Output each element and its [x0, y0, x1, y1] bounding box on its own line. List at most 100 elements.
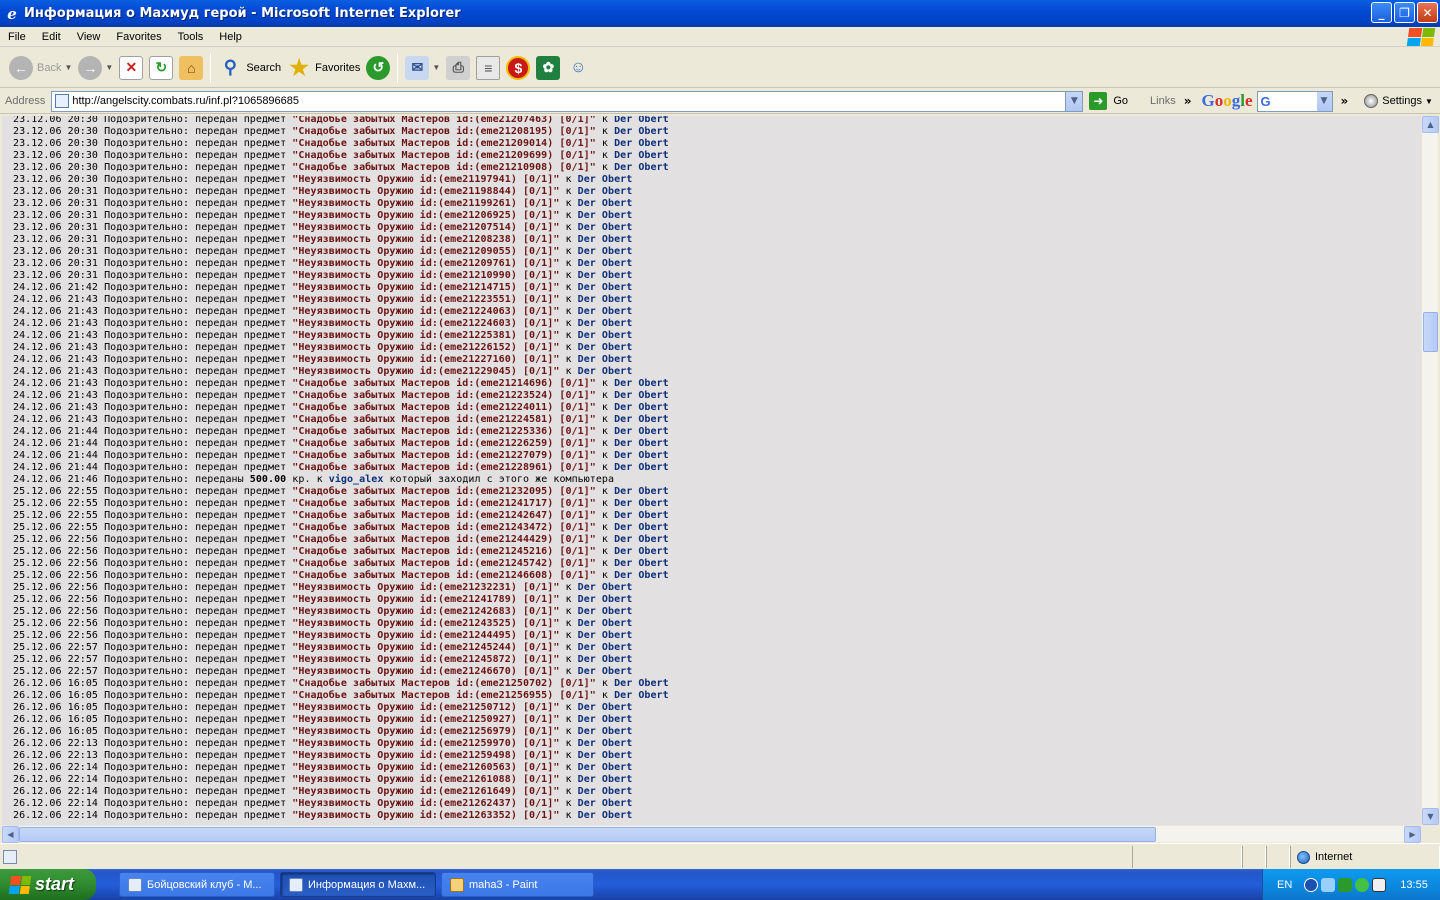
log-user-link[interactable]: Der Obert — [614, 426, 669, 437]
log-user-link[interactable]: Der Obert — [578, 306, 633, 317]
log-user-link[interactable]: Der Obert — [578, 342, 633, 353]
log-user-link[interactable]: Der Obert — [578, 198, 633, 209]
tray-edit-icon[interactable] — [1372, 877, 1387, 892]
stop-button[interactable]: ✕ — [116, 51, 146, 85]
menu-file[interactable]: File — [0, 31, 34, 43]
log-user-link[interactable]: Der Obert — [578, 810, 633, 821]
log-user-link[interactable]: Der Obert — [614, 116, 669, 125]
log-user-link[interactable]: Der Obert — [578, 186, 633, 197]
log-user-link[interactable]: Der Obert — [578, 354, 633, 365]
google-dropdown-icon[interactable]: ▼ — [1316, 91, 1332, 111]
search-button[interactable]: ⚲ Search — [215, 51, 284, 85]
scroll-down-button[interactable]: ▼ — [1422, 808, 1439, 825]
log-user-link[interactable]: Der Obert — [614, 462, 669, 473]
log-user-link[interactable]: Der Obert — [578, 798, 633, 809]
menu-tools[interactable]: Tools — [170, 31, 212, 43]
log-user-link[interactable]: Der Obert — [614, 138, 669, 149]
log-user-link[interactable]: Der Obert — [578, 738, 633, 749]
log-user-link[interactable]: Der Obert — [614, 450, 669, 461]
title-bar[interactable]: e Информация о Махмуд герой - Microsoft … — [0, 0, 1440, 27]
log-user-link[interactable]: Der Obert — [578, 774, 633, 785]
language-indicator[interactable]: EN — [1277, 879, 1292, 891]
scroll-up-button[interactable]: ▲ — [1422, 116, 1439, 133]
scroll-right-button[interactable]: ▶ — [1404, 826, 1421, 843]
log-user-link[interactable]: Der Obert — [578, 294, 633, 305]
taskbar-item-paint[interactable]: maha3 - Paint — [441, 872, 594, 897]
log-user-link[interactable]: Der Obert — [578, 642, 633, 653]
log-user-link[interactable]: Der Obert — [578, 210, 633, 221]
log-user-link[interactable]: Der Obert — [578, 786, 633, 797]
mail-button[interactable]: ✉ ▼ — [402, 51, 443, 85]
log-user-link[interactable]: Der Obert — [578, 750, 633, 761]
log-user-link[interactable]: Der Obert — [578, 726, 633, 737]
history-button[interactable]: ↺ — [363, 51, 393, 85]
log-user-link[interactable]: Der Obert — [578, 366, 633, 377]
log-user-link[interactable]: Der Obert — [578, 702, 633, 713]
address-input[interactable]: http://angelscity.combats.ru/inf.pl?1065… — [51, 90, 1084, 112]
log-user-link[interactable]: Der Obert — [578, 582, 633, 593]
log-user-link[interactable]: Der Obert — [614, 378, 669, 389]
log-user-link[interactable]: vigo_alex — [329, 474, 384, 485]
log-user-link[interactable]: Der Obert — [578, 762, 633, 773]
log-user-link[interactable]: Der Obert — [614, 558, 669, 569]
log-user-link[interactable]: Der Obert — [614, 438, 669, 449]
log-user-link[interactable]: Der Obert — [578, 270, 633, 281]
tray-chevron-icon[interactable] — [1304, 877, 1319, 892]
log-user-link[interactable]: Der Obert — [578, 606, 633, 617]
network-icon[interactable] — [1321, 877, 1336, 892]
tray-app-icon[interactable] — [1338, 877, 1353, 892]
google-toolbar-chevron-icon[interactable]: » — [1341, 94, 1349, 108]
taskbar-item-info[interactable]: Информация о Махм... — [280, 872, 436, 897]
log-user-link[interactable]: Der Obert — [578, 246, 633, 257]
log-user-link[interactable]: Der Obert — [578, 666, 633, 677]
log-user-link[interactable]: Der Obert — [578, 222, 633, 233]
forward-dropdown-icon[interactable]: ▼ — [105, 63, 113, 72]
settings-button[interactable]: Settings ▼ — [1364, 94, 1433, 108]
mail-dropdown-icon[interactable]: ▼ — [432, 63, 440, 72]
horizontal-scroll-thumb[interactable] — [19, 827, 1156, 842]
flower-tray-icon[interactable] — [1355, 877, 1370, 892]
log-user-link[interactable]: Der Obert — [614, 150, 669, 161]
log-user-link[interactable]: Der Obert — [578, 174, 633, 185]
extension-button-1[interactable]: $ — [503, 51, 533, 85]
vertical-scrollbar[interactable]: ▲ ▼ — [1421, 116, 1439, 825]
menu-favorites[interactable]: Favorites — [108, 31, 169, 43]
menu-help[interactable]: Help — [211, 31, 250, 43]
back-button[interactable]: ← Back ▼ — [6, 51, 75, 85]
log-user-link[interactable]: Der Obert — [614, 414, 669, 425]
menu-edit[interactable]: Edit — [34, 31, 69, 43]
go-button[interactable]: ➜ Go — [1089, 92, 1128, 110]
restore-button[interactable]: ❐ — [1394, 2, 1415, 23]
home-button[interactable]: ⌂ — [176, 51, 206, 85]
scroll-left-button[interactable]: ◀ — [2, 826, 19, 843]
log-user-link[interactable]: Der Obert — [614, 522, 669, 533]
taskbar-item-fight-club[interactable]: Бойцовский клуб - M... — [119, 872, 275, 897]
close-button[interactable]: ✕ — [1417, 2, 1438, 23]
log-user-link[interactable]: Der Obert — [578, 258, 633, 269]
log-user-link[interactable]: Der Obert — [578, 318, 633, 329]
address-url[interactable]: http://angelscity.combats.ru/inf.pl?1065… — [72, 95, 299, 107]
log-user-link[interactable]: Der Obert — [614, 486, 669, 497]
address-dropdown-icon[interactable]: ▼ — [1065, 91, 1083, 111]
log-user-link[interactable]: Der Obert — [614, 498, 669, 509]
log-user-link[interactable]: Der Obert — [578, 714, 633, 725]
log-user-link[interactable]: Der Obert — [614, 126, 669, 137]
log-user-link[interactable]: Der Obert — [614, 570, 669, 581]
log-user-link[interactable]: Der Obert — [614, 162, 669, 173]
log-user-link[interactable]: Der Obert — [578, 594, 633, 605]
log-user-link[interactable]: Der Obert — [614, 402, 669, 413]
chevron-icon[interactable]: » — [1184, 94, 1192, 108]
log-user-link[interactable]: Der Obert — [578, 234, 633, 245]
log-user-link[interactable]: Der Obert — [614, 546, 669, 557]
print-button[interactable]: ⎙ — [443, 51, 473, 85]
log-user-link[interactable]: Der Obert — [578, 618, 633, 629]
log-user-link[interactable]: Der Obert — [578, 330, 633, 341]
refresh-button[interactable]: ↻ — [146, 51, 176, 85]
edit-button[interactable]: ≡ — [473, 51, 503, 85]
log-user-link[interactable]: Der Obert — [614, 678, 669, 689]
minimize-button[interactable]: _ — [1371, 2, 1392, 23]
vertical-scroll-thumb[interactable] — [1423, 312, 1438, 352]
links-label[interactable]: Links — [1150, 95, 1176, 107]
log-user-link[interactable]: Der Obert — [614, 510, 669, 521]
log-user-link[interactable]: Der Obert — [614, 390, 669, 401]
